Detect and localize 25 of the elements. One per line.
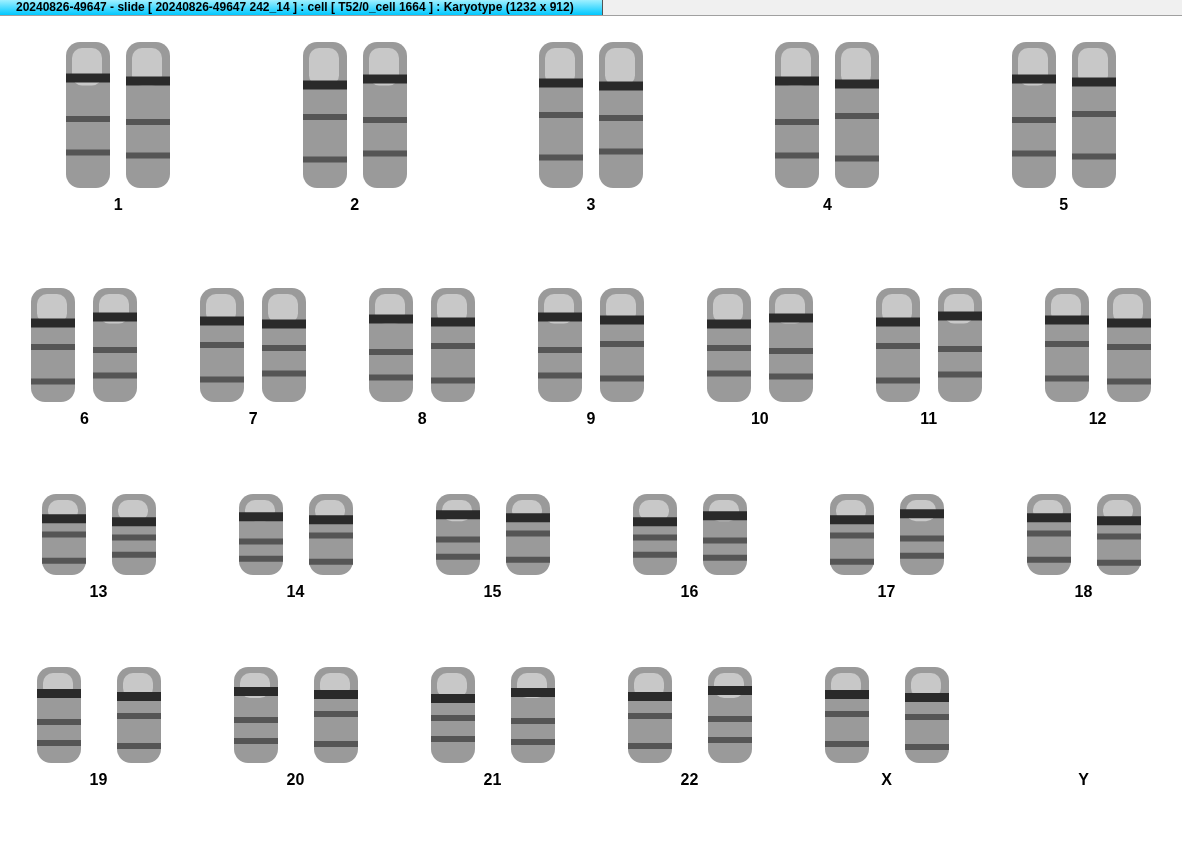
chromosome-label: 3 [586, 196, 596, 214]
chromosome-label: 18 [1074, 583, 1093, 601]
chromosome-label: 17 [877, 583, 896, 601]
chromosome-label: 2 [350, 196, 360, 214]
chromosome-label: 4 [822, 196, 832, 214]
chromosome-label: X [881, 771, 892, 789]
chromosome-label: 14 [286, 583, 305, 601]
chromosome-label: 8 [417, 410, 427, 428]
chromosome-label: 13 [89, 583, 108, 601]
chromosome-label: 6 [79, 410, 89, 428]
chromosome-label: 16 [680, 583, 699, 601]
chromosome-label: 10 [750, 410, 769, 428]
chromosome-label: 22 [680, 771, 699, 789]
chromosome-label: 7 [248, 410, 258, 428]
chromosome-label: 11 [920, 410, 938, 428]
chromosome-label: 9 [586, 410, 596, 428]
chromosome-label: 21 [483, 771, 502, 789]
chromosome-label: 20 [286, 771, 305, 789]
chromosome-label: 19 [89, 771, 108, 789]
window-title: 20240826-49647 - slide [ 20240826-49647 242_14 ] : cell [ T52/0_cell 1664 ] : Karyotype (1232 x 912) [0, 0, 603, 15]
chromosome-label: 1 [113, 196, 123, 214]
chromosome-label: 15 [483, 583, 502, 601]
chromosome-label: 12 [1088, 410, 1107, 428]
chromosome-label: 5 [1059, 196, 1069, 214]
chromosome-label: Y [1078, 771, 1089, 789]
